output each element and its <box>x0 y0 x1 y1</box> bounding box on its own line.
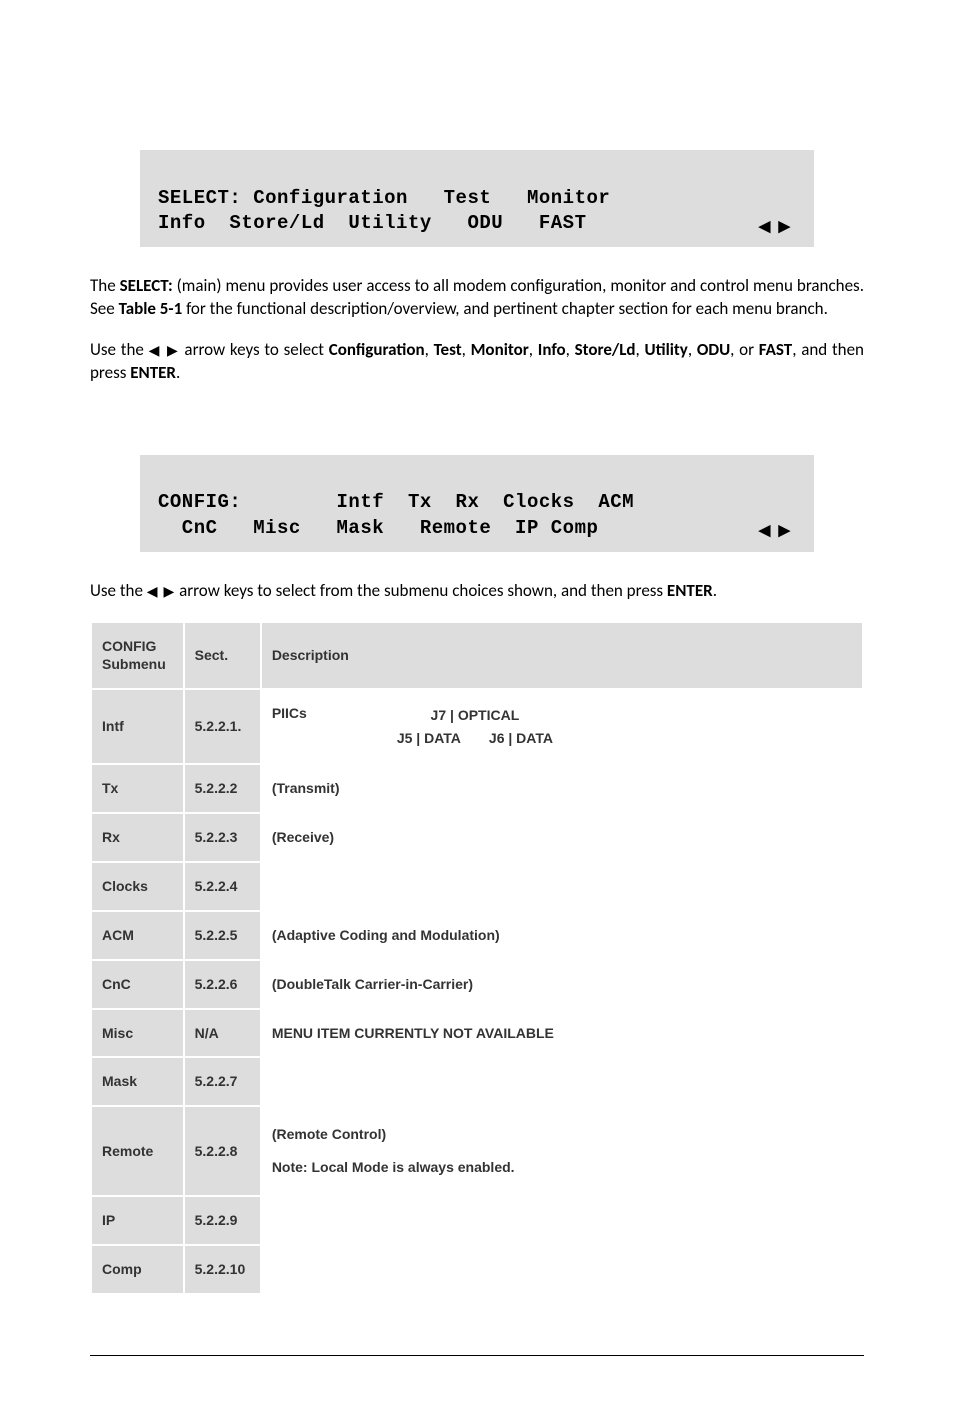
table-row: Comp5.2.2.10 <box>91 1245 863 1294</box>
cell-submenu: Tx <box>91 764 184 813</box>
table-row: MiscN/AMENU ITEM CURRENTLY NOT AVAILABLE <box>91 1009 863 1058</box>
paragraph-select-nav: Use the ◀ ▶ arrow keys to select Configu… <box>90 339 864 385</box>
cell-sect: 5.2.2.7 <box>184 1057 261 1106</box>
table-row: CnC5.2.2.6(DoubleTalk Carrier-in-Carrier… <box>91 960 863 1009</box>
cell-desc: PIICsJ7 | OPTICALJ5 | DATA J6 | DATA <box>261 689 863 764</box>
table-row: Remote5.2.2.8(Remote Control)Note: Local… <box>91 1106 863 1196</box>
cell-desc: (Transmit) <box>261 764 863 813</box>
table-row: Intf5.2.2.1.PIICsJ7 | OPTICALJ5 | DATA J… <box>91 689 863 764</box>
table-row: Mask5.2.2.7 <box>91 1057 863 1106</box>
cell-submenu: Misc <box>91 1009 184 1058</box>
cell-sect: 5.2.2.9 <box>184 1196 261 1245</box>
cell-submenu: Remote <box>91 1106 184 1196</box>
cell-desc <box>261 862 863 911</box>
table-row: Tx5.2.2.2(Transmit) <box>91 764 863 813</box>
cell-sect: 5.2.2.8 <box>184 1106 261 1196</box>
cell-submenu: Comp <box>91 1245 184 1294</box>
cell-submenu: CnC <box>91 960 184 1009</box>
cell-submenu: Mask <box>91 1057 184 1106</box>
cell-desc: (DoubleTalk Carrier-in-Carrier) <box>261 960 863 1009</box>
cell-sect: 5.2.2.3 <box>184 813 261 862</box>
cell-sect: N/A <box>184 1009 261 1058</box>
cell-sect: 5.2.2.1. <box>184 689 261 764</box>
cell-sect: 5.2.2.4 <box>184 862 261 911</box>
lcd-config-menu: CONFIG: Intf Tx Rx Clocks ACM CnC Misc M… <box>140 455 814 552</box>
cell-submenu: Rx <box>91 813 184 862</box>
th-desc: Description <box>261 622 863 690</box>
cell-desc <box>261 1196 863 1245</box>
lcd-line1: CONFIG: Intf Tx Rx Clocks ACM <box>158 491 634 513</box>
cell-desc: MENU ITEM CURRENTLY NOT AVAILABLE <box>261 1009 863 1058</box>
table-row: Clocks5.2.2.4 <box>91 862 863 911</box>
table-row: Rx5.2.2.3(Receive) <box>91 813 863 862</box>
nav-arrows-icon: ◀ ▶ <box>759 521 792 541</box>
lcd-line2: CnC Misc Mask Remote IP Comp <box>158 517 598 539</box>
cell-desc: (Remote Control)Note: Local Mode is alwa… <box>261 1106 863 1196</box>
cell-sect: 5.2.2.10 <box>184 1245 261 1294</box>
cell-desc: (Adaptive Coding and Modulation) <box>261 911 863 960</box>
nav-arrows-icon: ◀ ▶ <box>759 217 792 237</box>
cell-sect: 5.2.2.2 <box>184 764 261 813</box>
cell-desc: (Receive) <box>261 813 863 862</box>
th-sect: Sect. <box>184 622 261 690</box>
cell-desc <box>261 1245 863 1294</box>
cell-sect: 5.2.2.5 <box>184 911 261 960</box>
lcd-select-menu: SELECT: Configuration Test Monitor Info … <box>140 150 814 247</box>
cell-submenu: ACM <box>91 911 184 960</box>
th-submenu: CONFIG Submenu <box>91 622 184 690</box>
arrow-keys-icon: ◀ ▶ <box>147 583 175 599</box>
cell-desc <box>261 1057 863 1106</box>
footer-rule <box>90 1355 864 1356</box>
arrow-keys-icon: ◀ ▶ <box>149 342 180 358</box>
lcd-line1: SELECT: Configuration Test Monitor <box>158 187 610 209</box>
paragraph-config-nav: Use the ◀ ▶ arrow keys to select from th… <box>90 580 864 603</box>
lcd-line2: Info Store/Ld Utility ODU FAST <box>158 212 586 234</box>
cell-sect: 5.2.2.6 <box>184 960 261 1009</box>
cell-submenu: Intf <box>91 689 184 764</box>
table-row: IP5.2.2.9 <box>91 1196 863 1245</box>
config-submenu-table: CONFIG Submenu Sect. Description Intf5.2… <box>90 621 864 1295</box>
cell-submenu: IP <box>91 1196 184 1245</box>
paragraph-select-intro: The SELECT: (main) menu provides user ac… <box>90 275 864 321</box>
cell-submenu: Clocks <box>91 862 184 911</box>
table-row: ACM5.2.2.5(Adaptive Coding and Modulatio… <box>91 911 863 960</box>
